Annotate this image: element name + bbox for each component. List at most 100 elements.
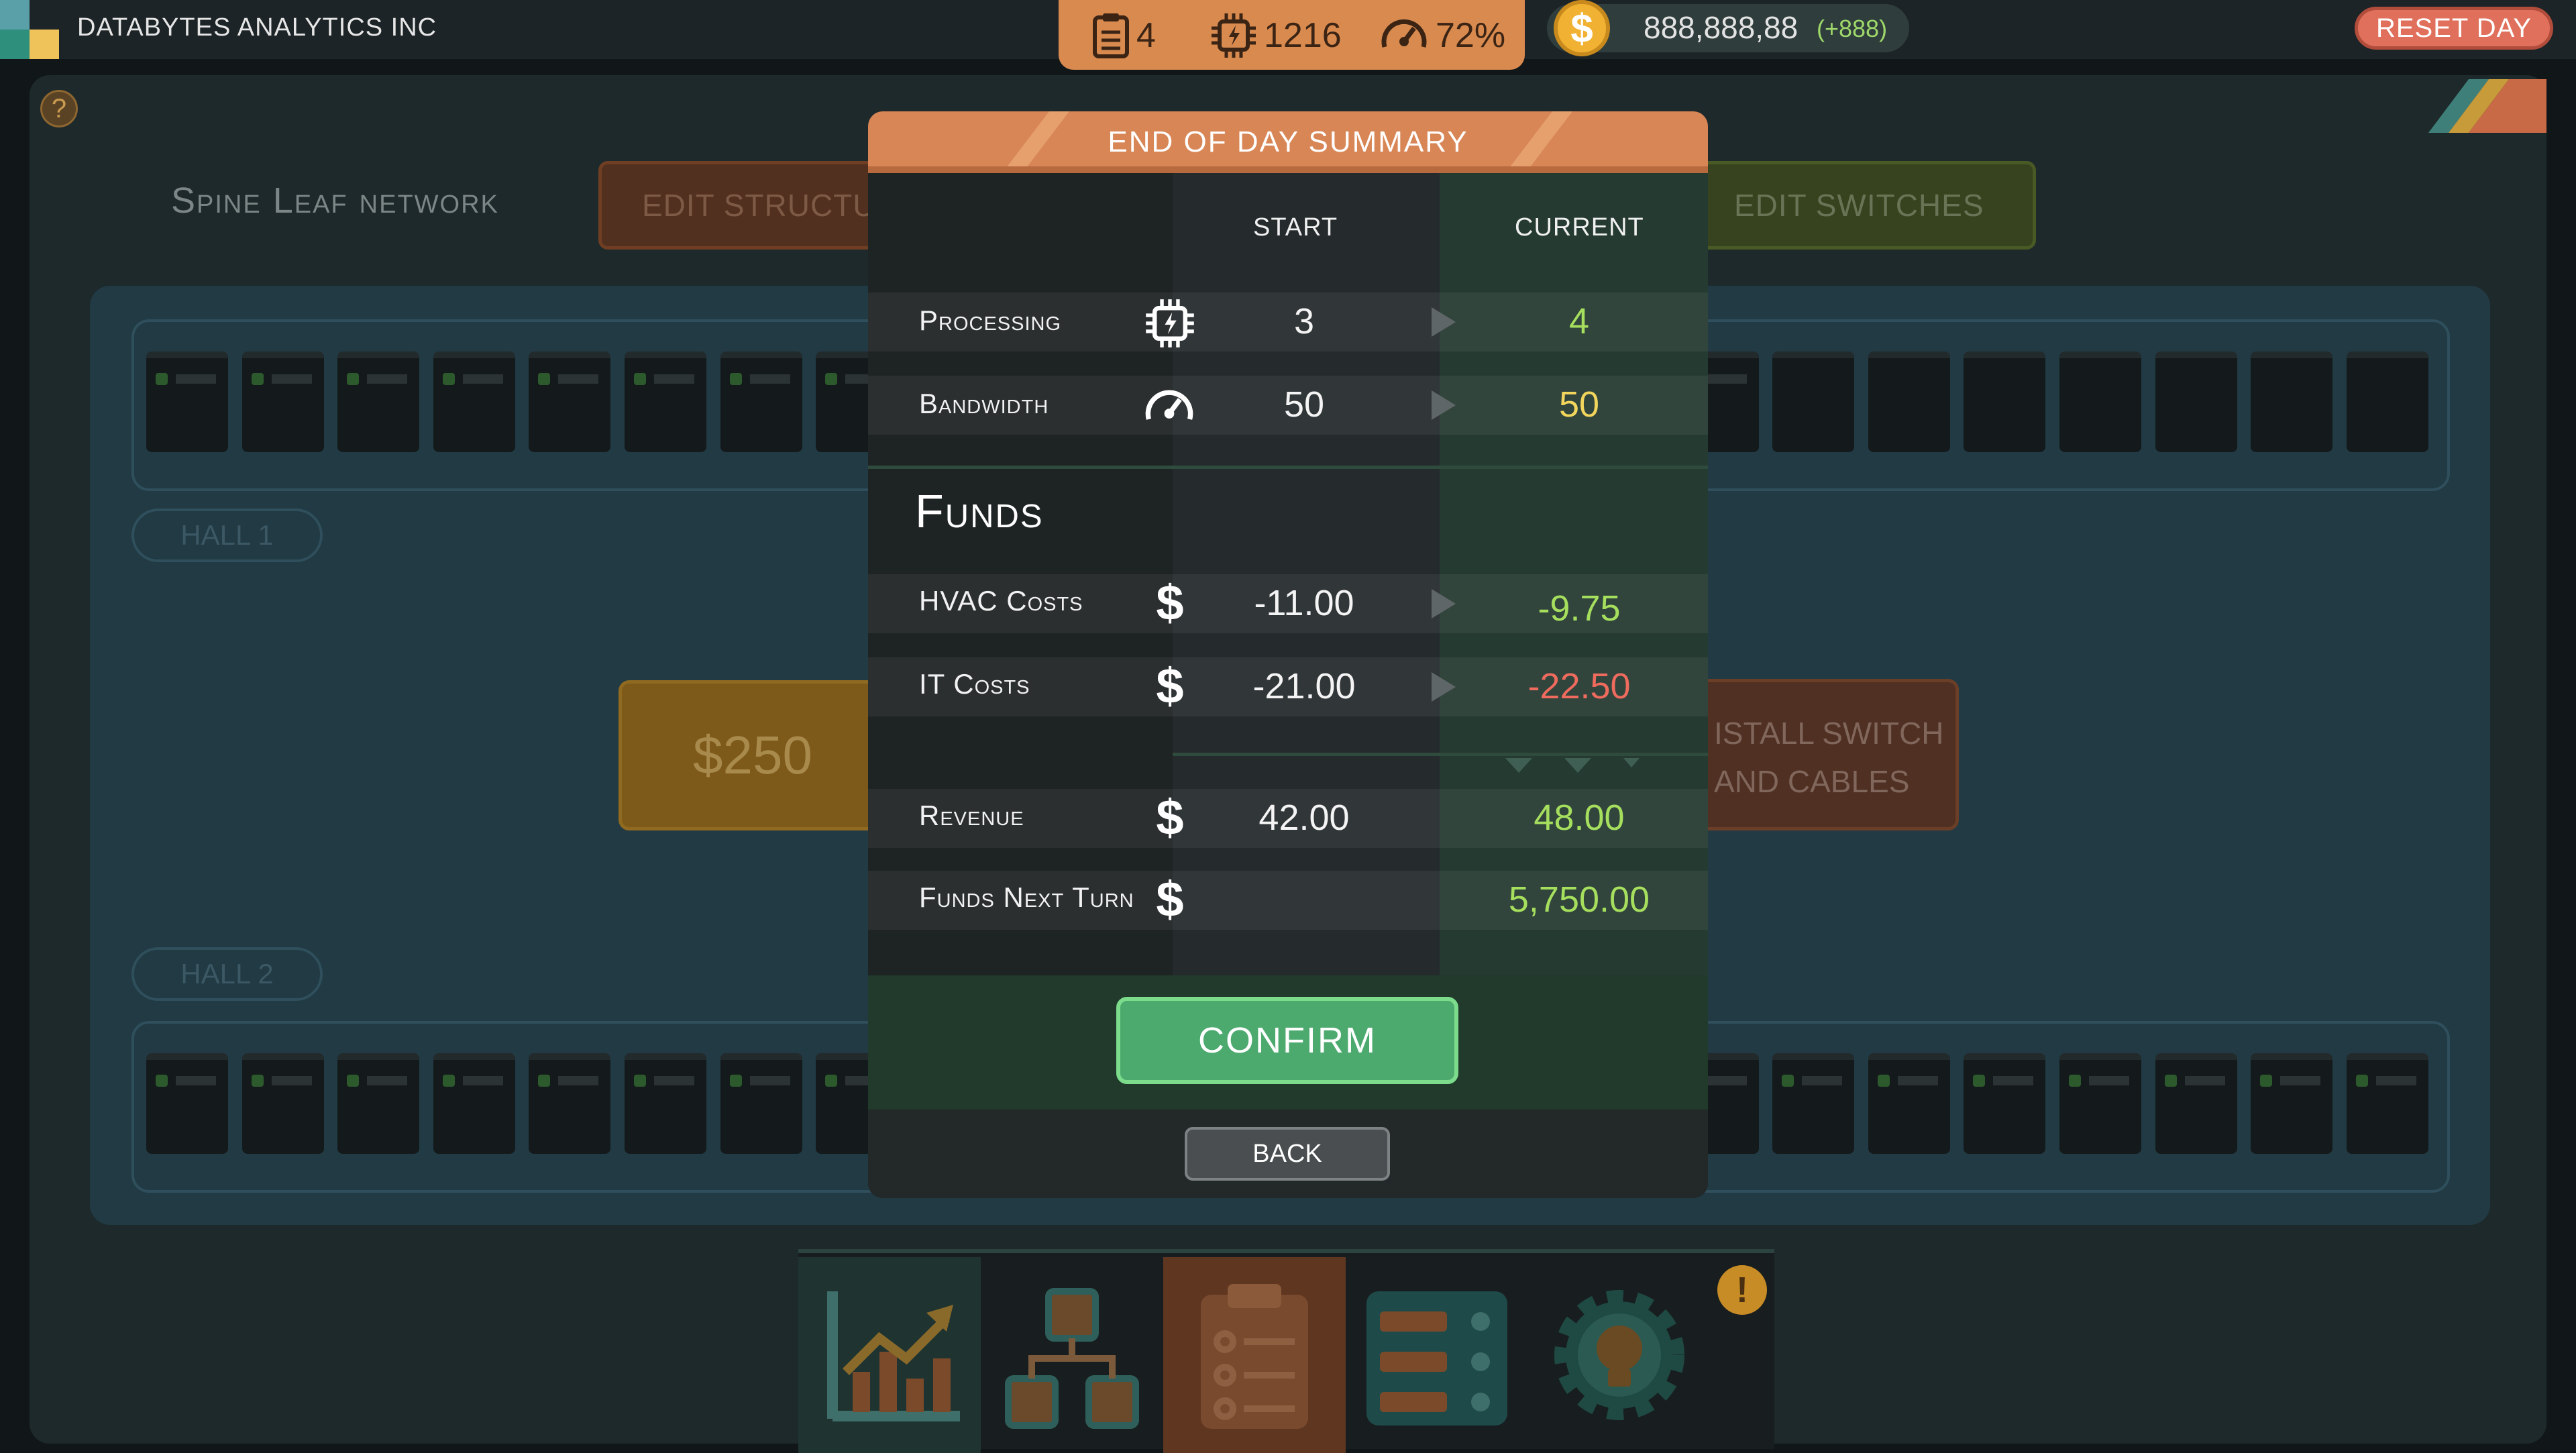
server-rack — [433, 1053, 515, 1154]
rack-led-icon — [156, 373, 168, 385]
rack-grill — [749, 1076, 790, 1085]
bandwidth-stat: 72% — [1379, 12, 1505, 59]
server-rack — [146, 1053, 228, 1154]
rack-led-icon — [251, 373, 264, 385]
tab-network[interactable] — [981, 1257, 1163, 1453]
chip-icon — [1212, 13, 1256, 58]
rack-led-icon — [729, 373, 742, 385]
install-switch-button[interactable]: ISTALL SWITCH AND CABLES — [1677, 679, 1959, 830]
server-rack — [1868, 1053, 1950, 1154]
rack-led-icon — [156, 1075, 168, 1087]
back-button[interactable]: BACK — [1185, 1127, 1390, 1181]
edit-switches-button[interactable]: EDIT SWITCHES — [1690, 161, 2036, 250]
rack-grill — [654, 1076, 694, 1085]
server-rack — [625, 352, 706, 452]
idea-gear-icon — [1554, 1290, 1684, 1420]
tab-analytics[interactable] — [798, 1257, 981, 1453]
rack-led-icon — [442, 1075, 455, 1087]
rack-led-icon — [1782, 1075, 1794, 1087]
rack-grill — [2184, 1076, 2225, 1085]
install-line-1: ISTALL SWITCH — [1714, 716, 1944, 751]
rack-grill — [1802, 1076, 1843, 1085]
rack-led-icon — [251, 1075, 264, 1087]
rack-led-icon — [538, 373, 551, 385]
network-icon — [1005, 1288, 1139, 1429]
server-rack — [720, 352, 802, 452]
server-rack — [337, 1053, 420, 1154]
dialog-title: END OF DAY SUMMARY — [1108, 125, 1468, 158]
server-rack — [529, 352, 611, 452]
server-rack-icon — [1366, 1291, 1507, 1425]
rack-led-icon — [729, 1075, 742, 1087]
tab-summary[interactable] — [1163, 1257, 1346, 1453]
chevron-down-icon — [1505, 758, 1640, 773]
end-of-day-summary-dialog: END OF DAY SUMMARY START CURRENT Process… — [868, 111, 1708, 1198]
tab-servers[interactable] — [1346, 1257, 1528, 1453]
server-rack — [720, 1053, 802, 1154]
company-logo — [0, 0, 59, 59]
rack-grill — [176, 1076, 216, 1085]
start-header: START — [1253, 213, 1338, 241]
processing-value: 1216 — [1264, 16, 1342, 55]
gauge-icon — [1145, 390, 1193, 420]
server-rack — [2155, 1053, 2237, 1154]
alert-badge: ! — [1717, 1265, 1767, 1315]
price-tag[interactable]: $250 — [619, 680, 887, 830]
arrow-icon — [1432, 672, 1456, 702]
server-rack — [433, 352, 515, 452]
server-rack — [1964, 1053, 2046, 1154]
rack-led-icon — [2164, 1075, 2177, 1087]
clipboard-stat: 4 — [1092, 12, 1156, 59]
rack-grill — [462, 374, 503, 384]
funds-next-turn-current: 5,750.00 — [1508, 879, 1650, 920]
tab-research[interactable] — [1528, 1257, 1711, 1453]
server-rack — [2346, 1053, 2428, 1154]
processing-current: 4 — [1568, 301, 1590, 341]
server-rack — [337, 352, 420, 452]
section-divider — [868, 466, 1708, 469]
funds-next-turn-label: Funds Next Turn — [919, 881, 1134, 913]
rack-grill — [367, 374, 408, 384]
reset-day-button[interactable]: RESET DAY — [2355, 7, 2553, 50]
processing-start: 3 — [1293, 301, 1315, 341]
hall2-label: HALL 2 — [131, 947, 323, 1001]
clipboard-icon — [1093, 13, 1129, 58]
rack-led-icon — [2069, 1075, 2081, 1087]
rack-grill — [176, 374, 216, 384]
rack-grill — [558, 1076, 599, 1085]
bottom-tab-bar — [798, 1249, 1774, 1453]
revenue-label: Revenue — [919, 800, 1024, 831]
rack-grill — [1897, 1076, 1938, 1085]
hall1-label: HALL 1 — [131, 508, 323, 562]
hvac-costs-current: -9.75 — [1538, 588, 1621, 629]
rack-led-icon — [538, 1075, 551, 1087]
scene-title: Spine Leaf network — [171, 180, 499, 221]
server-rack — [146, 352, 228, 452]
server-rack — [1964, 352, 2046, 452]
it-costs-label: IT Costs — [919, 668, 1030, 700]
rack-led-icon — [1877, 1075, 1890, 1087]
rack-led-icon — [634, 373, 646, 385]
funds-amount: 888,888,88 — [1644, 10, 1799, 45]
rack-grill — [462, 1076, 503, 1085]
server-rack — [2059, 1053, 2141, 1154]
rack-grill — [654, 374, 694, 384]
coin-icon: $ — [1554, 0, 1610, 56]
arrow-icon — [1432, 390, 1456, 420]
company-name: DATABYTES ANALYTICS INC — [77, 13, 437, 42]
hvac-costs-label: HVAC Costs — [919, 585, 1083, 616]
chip-icon — [1146, 299, 1194, 347]
dollar-icon: $ — [1156, 658, 1184, 714]
funds-section-title: Funds — [915, 485, 1044, 537]
help-icon[interactable]: ? — [40, 90, 78, 127]
server-rack — [1772, 352, 1855, 452]
confirm-button[interactable]: CONFIRM — [1116, 997, 1458, 1084]
rack-led-icon — [825, 1075, 838, 1087]
bandwidth-value: 72% — [1436, 16, 1506, 55]
rack-led-icon — [2355, 1075, 2368, 1087]
dollar-icon: $ — [1156, 871, 1184, 927]
clipboard-count: 4 — [1136, 16, 1156, 55]
bandwidth-current: 50 — [1558, 384, 1600, 425]
arrow-icon — [1432, 307, 1456, 337]
rack-led-icon — [2260, 1075, 2273, 1087]
